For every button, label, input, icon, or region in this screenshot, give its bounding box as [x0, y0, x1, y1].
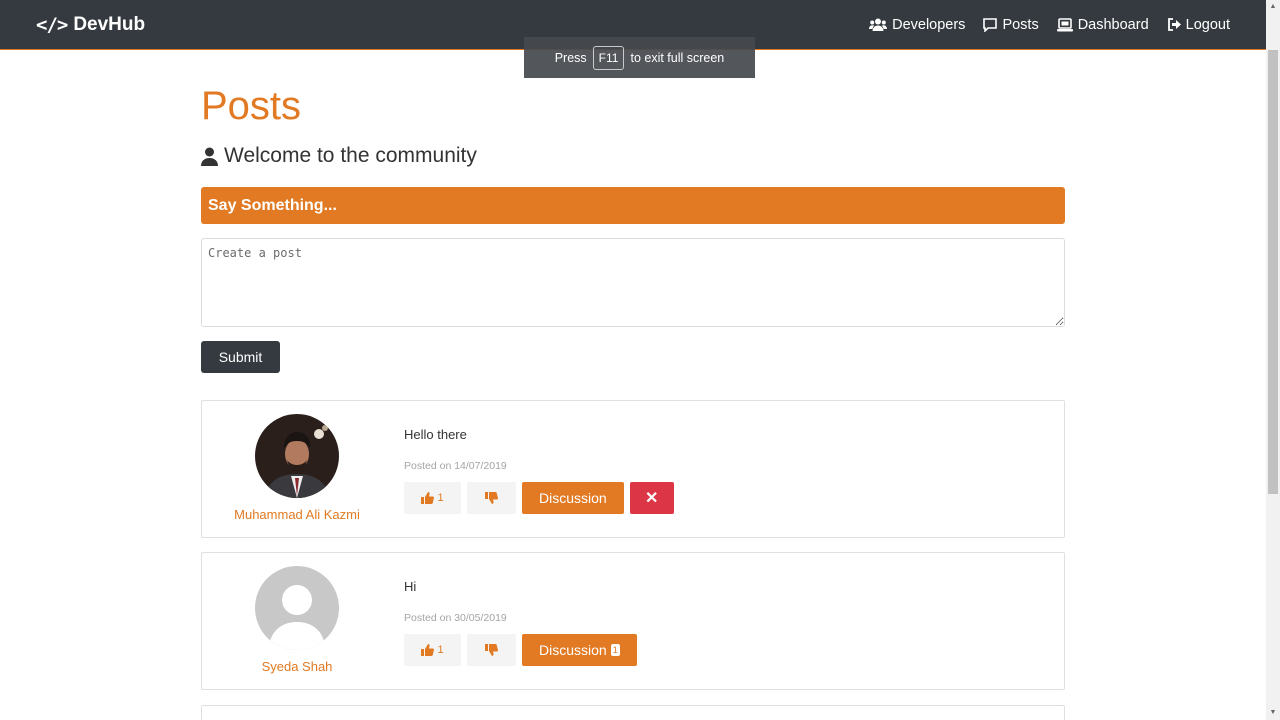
nav-developers-label: Developers	[892, 16, 966, 33]
post-actions: 1 Discussion 1	[404, 634, 637, 666]
page-title: Posts	[201, 84, 302, 128]
nav-logout-label: Logout	[1185, 16, 1230, 33]
like-count: 1	[437, 644, 444, 656]
toast-press-text: Press	[554, 50, 587, 65]
thumbs-down-icon	[485, 644, 498, 656]
brand-name: DevHub	[73, 13, 146, 35]
submit-button[interactable]: Submit	[201, 341, 280, 373]
post-card: Syeda Shah Hi Posted on 30/05/2019 1 Dis…	[201, 552, 1065, 690]
discussion-label: Discussion	[539, 490, 607, 506]
post-date: Posted on 30/05/2019	[404, 612, 507, 624]
toast-exit-text: to exit full screen	[630, 50, 725, 65]
users-icon	[869, 18, 888, 31]
nav-developers[interactable]: Developers	[869, 17, 965, 33]
avatar[interactable]	[255, 566, 339, 650]
lead-text: Welcome to the community	[201, 144, 477, 168]
post-author[interactable]: Syeda Shah	[202, 659, 392, 674]
scroll-up-arrow-icon[interactable]: ▲	[1266, 0, 1280, 14]
nav-dashboard-label: Dashboard	[1077, 16, 1149, 33]
delete-post-button[interactable]: ✕	[629, 482, 674, 514]
like-count: 1	[437, 492, 444, 504]
like-button[interactable]: 1	[404, 634, 461, 666]
scroll-thumb[interactable]	[1268, 50, 1278, 494]
post-date: Posted on 14/07/2019	[404, 460, 507, 472]
post-author[interactable]: Muhammad Ali Kazmi	[202, 507, 392, 522]
laptop-icon	[1056, 17, 1073, 32]
code-icon: </>	[36, 13, 68, 36]
sign-out-icon	[1167, 18, 1181, 31]
nav-logout[interactable]: Logout	[1167, 17, 1230, 33]
nav-posts-label: Posts	[1002, 16, 1039, 33]
avatar[interactable]	[255, 414, 339, 498]
brand-link[interactable]: </> DevHub	[36, 14, 145, 36]
thumbs-up-icon	[421, 644, 435, 656]
comment-count-badge: 1	[610, 644, 620, 656]
dislike-button[interactable]	[467, 482, 516, 514]
thumbs-down-icon	[485, 492, 498, 504]
like-button[interactable]: 1	[404, 482, 461, 514]
discussion-label: Discussion	[539, 642, 607, 658]
say-something-header: Say Something...	[201, 187, 1065, 224]
nav-dashboard[interactable]: Dashboard	[1056, 16, 1149, 33]
close-icon: ✕	[645, 490, 659, 507]
post-text: Hi	[404, 579, 417, 594]
dislike-button[interactable]	[467, 634, 516, 666]
nav-links: Developers Posts Dashboard Logout	[869, 17, 1230, 33]
nav-posts[interactable]: Posts	[983, 16, 1039, 33]
comment-icon	[983, 17, 998, 32]
post-actions: 1 Discussion ✕	[404, 482, 674, 514]
user-icon	[201, 147, 218, 166]
post-text: Hello there	[404, 427, 467, 442]
lead-label: Welcome to the community	[224, 144, 477, 167]
post-card	[201, 705, 1065, 720]
post-card: Muhammad Ali Kazmi Hello there Posted on…	[201, 400, 1065, 538]
fullscreen-toast: Press F11 to exit full screen	[524, 37, 755, 78]
page-scrollbar[interactable]: ▲ ▼	[1266, 0, 1280, 720]
thumbs-up-icon	[421, 492, 435, 504]
discussion-button[interactable]: Discussion	[522, 482, 624, 514]
toast-key: F11	[592, 45, 625, 70]
create-post-textarea[interactable]	[201, 238, 1065, 327]
discussion-button[interactable]: Discussion 1	[522, 634, 637, 666]
scroll-down-arrow-icon[interactable]: ▼	[1266, 706, 1280, 720]
